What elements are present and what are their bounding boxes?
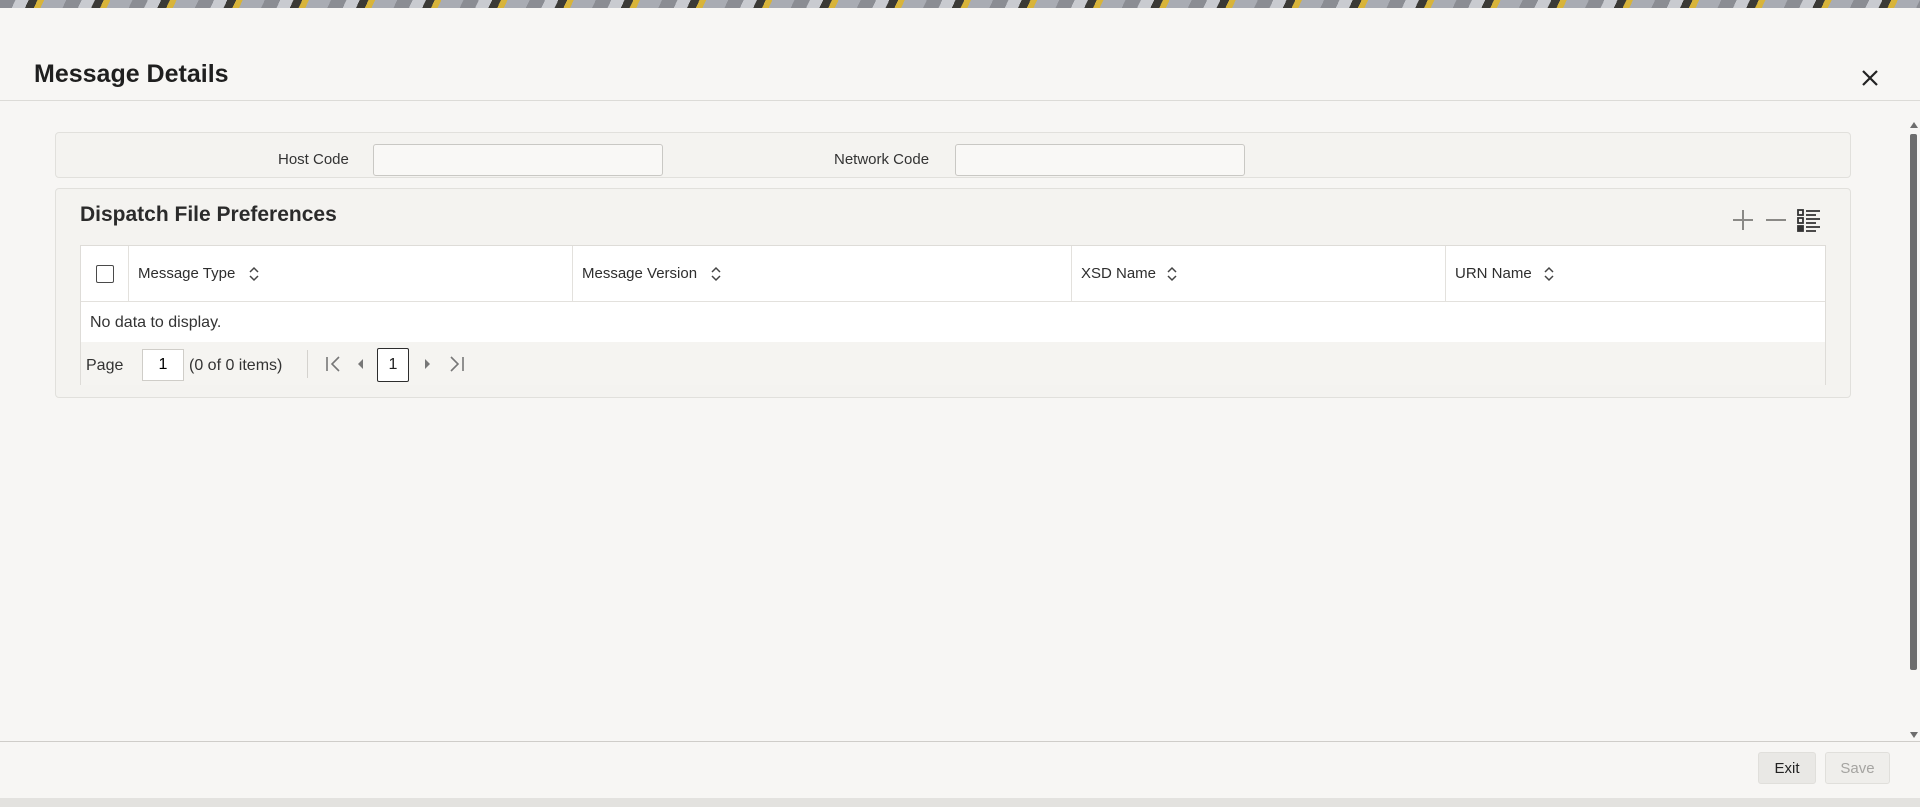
column-xsd-name[interactable]: XSD Name bbox=[1072, 246, 1446, 302]
item-count: (0 of 0 items) bbox=[189, 357, 283, 374]
network-code-label: Network Code bbox=[834, 151, 930, 168]
select-all-column bbox=[81, 246, 129, 302]
first-page-icon bbox=[326, 356, 340, 372]
minus-icon bbox=[1766, 219, 1786, 221]
host-code-field[interactable] bbox=[373, 144, 663, 176]
add-row-button[interactable] bbox=[1729, 206, 1757, 234]
preferences-table: Message Type Message Version XSD Name UR… bbox=[80, 245, 1826, 385]
current-page[interactable]: 1 bbox=[377, 348, 409, 382]
sort-icon[interactable] bbox=[710, 265, 722, 283]
column-message-type[interactable]: Message Type bbox=[129, 246, 573, 302]
vertical-scrollbar[interactable] bbox=[1907, 120, 1920, 740]
dialog-title: Message Details bbox=[34, 60, 229, 88]
sort-icon[interactable] bbox=[248, 265, 260, 283]
table-header: Message Type Message Version XSD Name UR… bbox=[81, 246, 1825, 302]
dialog-header: Message Details bbox=[0, 8, 1920, 101]
single-view-button[interactable] bbox=[1795, 206, 1823, 234]
column-header-label: XSD Name bbox=[1081, 265, 1157, 282]
scroll-down-icon[interactable] bbox=[1910, 732, 1918, 738]
column-header-label: Message Type bbox=[138, 265, 236, 282]
next-page-icon bbox=[425, 359, 430, 369]
first-page-button[interactable] bbox=[321, 352, 345, 376]
scroll-up-icon[interactable] bbox=[1910, 122, 1918, 128]
column-header-label: URN Name bbox=[1455, 265, 1532, 282]
column-urn-name[interactable]: URN Name bbox=[1446, 246, 1825, 302]
previous-page-icon bbox=[358, 359, 363, 369]
next-page-button[interactable] bbox=[415, 352, 439, 376]
bottom-strip bbox=[0, 798, 1920, 807]
delete-row-button[interactable] bbox=[1762, 206, 1790, 234]
select-all-checkbox[interactable] bbox=[96, 265, 114, 283]
dispatch-file-preferences-panel: Dispatch File Preferences Message Type M… bbox=[55, 188, 1851, 398]
exit-button[interactable]: Exit bbox=[1758, 752, 1816, 784]
message-details-dialog: Message Details Host Code Network Code D… bbox=[0, 8, 1920, 798]
section-title: Dispatch File Preferences bbox=[80, 203, 337, 226]
column-header-label: Message Version bbox=[582, 265, 698, 282]
host-network-panel: Host Code Network Code bbox=[55, 132, 1851, 178]
plus-icon bbox=[1733, 210, 1753, 230]
sort-icon[interactable] bbox=[1543, 265, 1555, 283]
close-button[interactable] bbox=[1856, 64, 1884, 92]
pager-divider bbox=[307, 350, 308, 378]
list-view-icon bbox=[1797, 209, 1820, 232]
scrollbar-thumb[interactable] bbox=[1910, 134, 1917, 670]
column-message-version[interactable]: Message Version bbox=[573, 246, 1072, 302]
network-code-field[interactable] bbox=[955, 144, 1245, 176]
pagination-bar: Page (0 of 0 items) 1 bbox=[81, 342, 1825, 385]
dialog-footer: Exit Save bbox=[0, 741, 1920, 798]
empty-table-message: No data to display. bbox=[90, 314, 222, 331]
save-button[interactable]: Save bbox=[1825, 752, 1890, 784]
host-code-label: Host Code bbox=[278, 151, 349, 168]
sort-icon[interactable] bbox=[1166, 265, 1178, 283]
page-label: Page bbox=[86, 357, 124, 374]
last-page-button[interactable] bbox=[445, 352, 469, 376]
last-page-icon bbox=[450, 356, 464, 372]
previous-page-button[interactable] bbox=[349, 352, 373, 376]
close-icon bbox=[1862, 70, 1878, 86]
page-number-input[interactable] bbox=[142, 349, 184, 381]
